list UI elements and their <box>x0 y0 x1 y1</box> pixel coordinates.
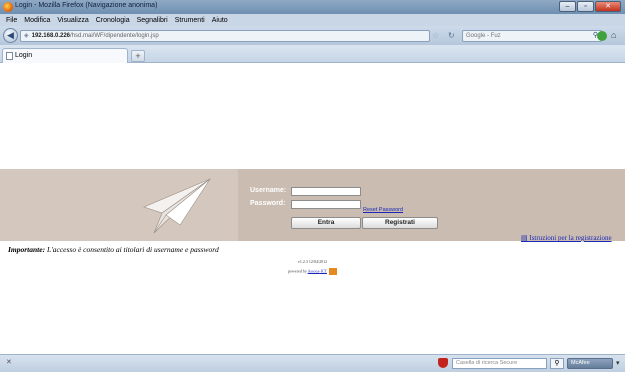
close-statusbar-icon[interactable]: ✕ <box>6 358 12 366</box>
firefox-logo-icon <box>3 2 13 12</box>
minimize-button[interactable]: – <box>559 1 576 12</box>
window-title-bar: Login - Mozilla Firefox (Navigazione ano… <box>0 0 625 14</box>
username-input[interactable] <box>291 187 361 196</box>
menu-modifica[interactable]: Modifica <box>24 17 50 24</box>
maximize-button[interactable]: ▫ <box>577 1 594 12</box>
password-label: Password: <box>250 200 286 207</box>
login-band: Username: Password: Reset Password Entra… <box>0 169 625 242</box>
back-button[interactable]: ◀ <box>3 28 18 43</box>
url-path: /hsd.mai/WF/dipendente/login.jsp <box>70 33 159 39</box>
search-engine-placeholder: Google - Fuz <box>466 33 501 39</box>
navigation-bar: ◀ ◈ 192.168.0.226/hsd.mai/WF/dipendente/l… <box>0 26 625 45</box>
version-text: v1.2.3 12/04/2012 <box>297 259 328 264</box>
new-tab-button[interactable]: + <box>131 50 145 62</box>
close-window-button[interactable]: ✕ <box>595 1 621 12</box>
vendor-logo-icon <box>328 268 337 275</box>
paper-plane-logo <box>143 178 211 234</box>
window-controls: – ▫ ✕ <box>558 1 621 12</box>
secure-search-input[interactable]: Casella di ricerca Secure <box>452 358 547 369</box>
password-input[interactable] <box>291 200 361 209</box>
page-icon <box>6 52 13 60</box>
instructions-label: Istruzioni per la registrazione <box>529 234 612 242</box>
menu-cronologia[interactable]: Cronologia <box>96 17 130 24</box>
powered-prefix: powered by <box>288 268 308 274</box>
menu-bar: File Modifica Visualizza Cronologia Segn… <box>0 14 625 26</box>
brand-panel <box>0 169 238 241</box>
mcafee-badge[interactable]: McAfee <box>567 358 613 369</box>
mcafee-badge-label: McAfee <box>571 360 590 366</box>
register-button[interactable]: Registrati <box>362 217 438 229</box>
secure-search-button[interactable]: ⚲ <box>550 358 564 369</box>
enter-button[interactable]: Entra <box>291 217 361 229</box>
powered-by-link[interactable]: Assoca-ICT <box>308 268 327 273</box>
addon-green-icon[interactable] <box>597 31 607 41</box>
status-bar: ✕ Casella di ricerca Secure ⚲ McAfee ▾ <box>0 354 625 372</box>
tab-label: Login <box>15 52 33 59</box>
menu-file[interactable]: File <box>6 17 17 24</box>
reload-icon[interactable]: ↻ <box>448 31 455 40</box>
tab-login[interactable]: Login <box>2 48 128 63</box>
access-notice: Importante: L'accesso è consentito ai ti… <box>8 245 219 254</box>
status-menu-icon[interactable]: ▾ <box>616 359 620 367</box>
menu-visualizza[interactable]: Visualizza <box>57 17 88 24</box>
powered-by: powered by Assoca-ICT <box>0 268 625 275</box>
window-title: Login - Mozilla Firefox (Navigazione ano… <box>15 2 158 9</box>
mcafee-shield-icon[interactable] <box>438 358 448 368</box>
home-icon[interactable]: ⌂ <box>611 30 616 40</box>
reset-password-link[interactable]: Reset Password <box>363 207 403 213</box>
notice-text: L'accesso è consentito ai titolari di us… <box>45 245 219 254</box>
menu-segnalibri[interactable]: Segnalibri <box>137 17 168 24</box>
url-bar[interactable]: ◈ 192.168.0.226/hsd.mai/WF/dipendente/log… <box>20 30 430 42</box>
notice-important: Importante: <box>8 245 46 254</box>
registration-instructions-link[interactable]: ▤ Istruzioni per la registrazione <box>521 234 612 242</box>
site-identity-icon[interactable]: ◈ <box>24 33 29 39</box>
url-host: 192.168.0.226 <box>31 33 70 39</box>
username-label: Username: <box>250 187 287 194</box>
tab-strip: Login + <box>0 45 625 63</box>
bookmark-star-icon[interactable]: ☆ <box>432 31 439 40</box>
page-content: Username: Password: Reset Password Entra… <box>0 63 625 354</box>
web-search-box[interactable]: Google - Fuz ⚲ <box>462 30 602 42</box>
menu-aiuto[interactable]: Aiuto <box>212 17 228 24</box>
menu-strumenti[interactable]: Strumenti <box>175 17 205 24</box>
